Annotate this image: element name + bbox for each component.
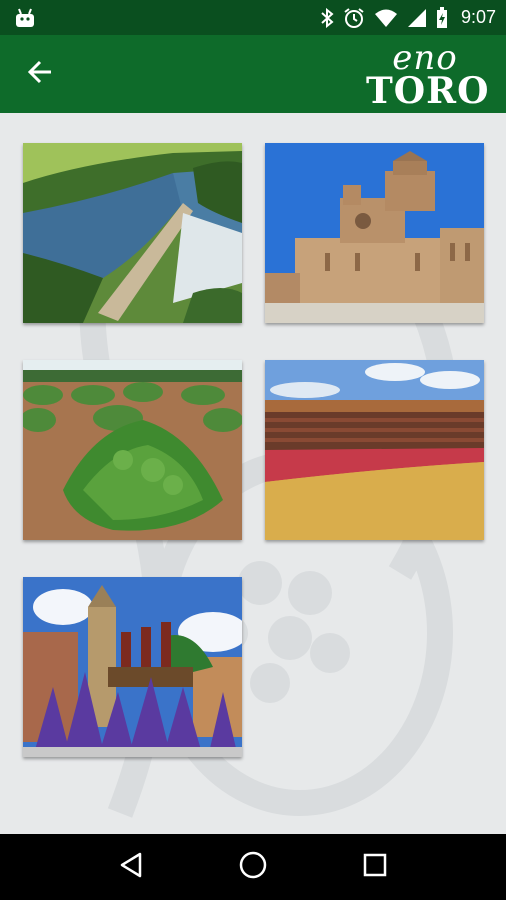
cell-signal-icon (407, 8, 427, 28)
gallery-tile-river-bridge[interactable] (23, 143, 242, 323)
photo-bullring (265, 360, 484, 540)
status-left (14, 8, 36, 28)
android-debug-icon (14, 8, 36, 28)
gallery-tile-collegiate-church[interactable] (265, 143, 484, 323)
enotoro-logo: eno TORO (366, 41, 490, 112)
nav-back-button[interactable] (107, 843, 155, 891)
gallery-tile-bullring[interactable] (265, 360, 484, 540)
alarm-icon (343, 7, 365, 29)
photo-procession (23, 577, 242, 757)
arrow-back-icon (27, 60, 53, 89)
back-triangle-icon (118, 851, 144, 884)
photo-collegiate-church (265, 143, 484, 323)
photo-river-bridge (23, 143, 242, 323)
status-time: 9:07 (460, 7, 496, 27)
status-right: 9:07 (320, 6, 496, 29)
gallery-content[interactable] (0, 113, 506, 834)
back-button[interactable] (24, 58, 56, 90)
bluetooth-icon (320, 7, 334, 28)
nav-home-button[interactable] (229, 843, 277, 891)
home-circle-icon (238, 850, 268, 885)
app-bar: eno TORO (0, 35, 506, 113)
wifi-icon (374, 8, 398, 28)
nav-recents-button[interactable] (351, 843, 399, 891)
recents-square-icon (362, 852, 388, 883)
status-bar: 9:07 (0, 0, 506, 35)
battery-icon (436, 6, 448, 29)
system-nav-bar (0, 834, 506, 900)
gallery-tile-vineyard[interactable] (23, 360, 242, 540)
gallery-tile-procession[interactable] (23, 577, 242, 757)
photo-vineyard (23, 360, 242, 540)
logo-line-2: TORO (366, 70, 490, 112)
